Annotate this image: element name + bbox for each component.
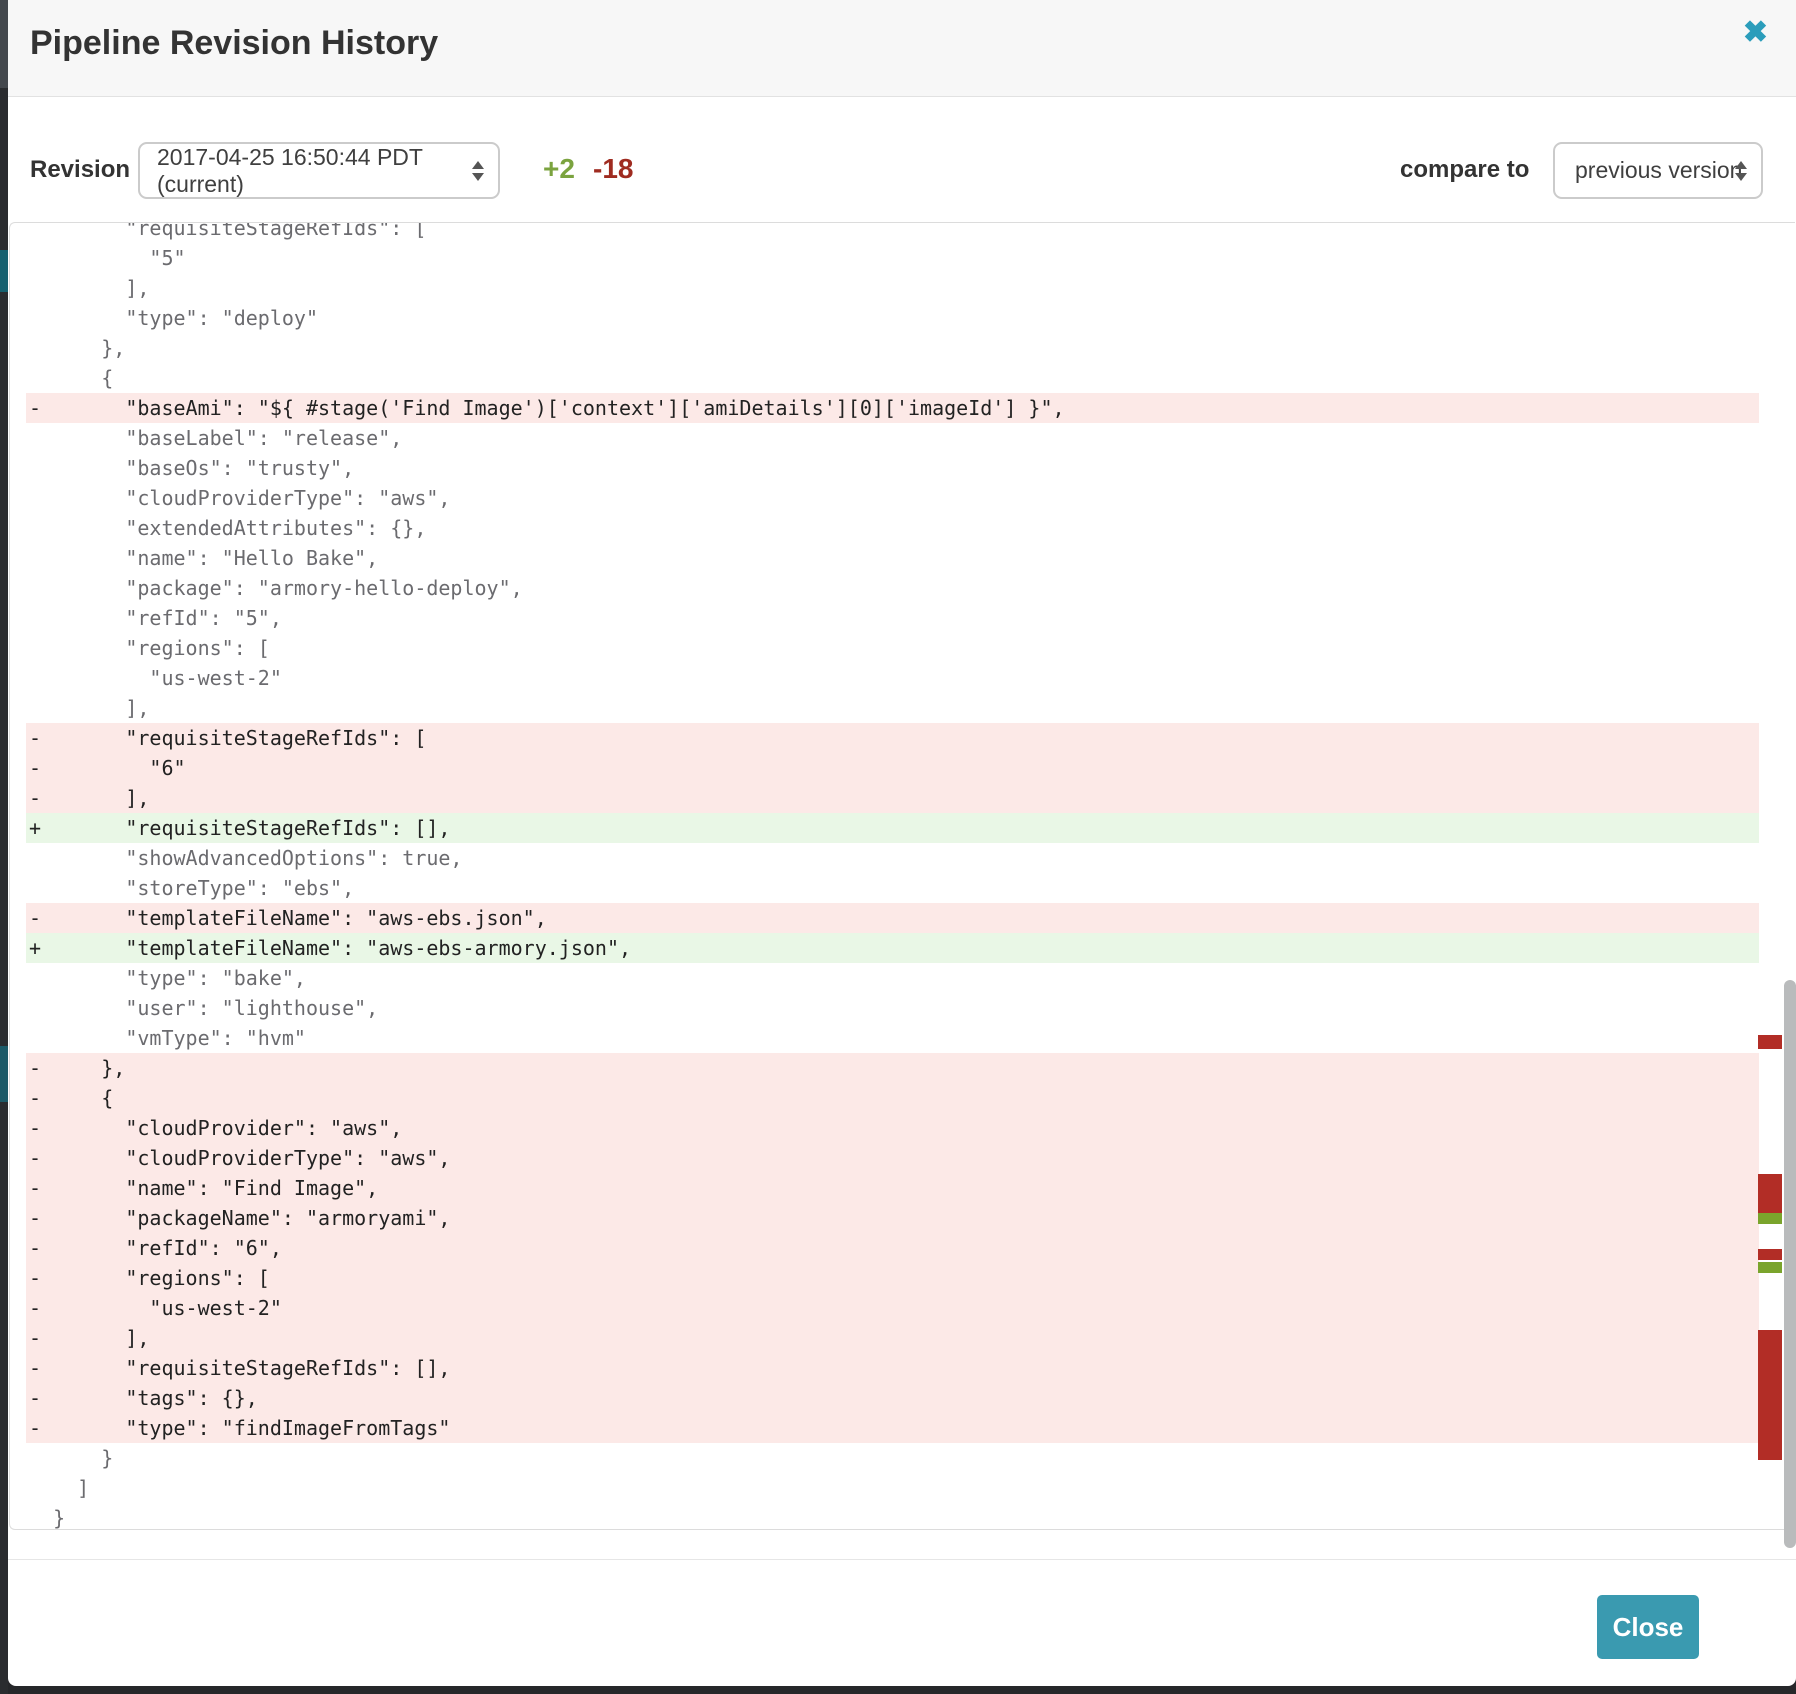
diff-line: - "tags": {}, <box>26 1383 1759 1413</box>
diff-added-count: +2 <box>543 153 575 185</box>
diff-line: - ], <box>26 783 1759 813</box>
scrollbar-thumb[interactable] <box>1784 980 1796 1548</box>
diff-line: - "requisiteStageRefIds": [], <box>26 1353 1759 1383</box>
diff-line: ] <box>26 1473 1759 1503</box>
page-edge-segment <box>0 0 8 88</box>
diff-line: { <box>26 363 1759 393</box>
diff-line: - "requisiteStageRefIds": [ <box>26 723 1759 753</box>
diff-line: "package": "armory-hello-deploy", <box>26 573 1759 603</box>
diff-line: + "templateFileName": "aws-ebs-armory.js… <box>26 933 1759 963</box>
diff-line: } <box>26 1443 1759 1473</box>
diff-code: "requisiteStageRefIds": [ "5" ], "type":… <box>26 223 1759 1529</box>
diff-line: "name": "Hello Bake", <box>26 543 1759 573</box>
revision-label: Revision <box>30 156 130 184</box>
select-caret-icon <box>1735 160 1748 182</box>
diff-line: "storeType": "ebs", <box>26 873 1759 903</box>
modal-header: Pipeline Revision History ✖ <box>8 0 1796 97</box>
diff-line: "5" <box>26 243 1759 273</box>
diff-line: "type": "deploy" <box>26 303 1759 333</box>
select-caret-icon <box>472 160 485 182</box>
diff-line: - }, <box>26 1053 1759 1083</box>
diff-panel: "requisiteStageRefIds": [ "5" ], "type":… <box>9 222 1795 1530</box>
diff-line: - "baseAmi": "${ #stage('Find Image')['c… <box>26 393 1759 423</box>
diff-line: - "regions": [ <box>26 1263 1759 1293</box>
close-icon[interactable]: ✖ <box>1743 18 1768 48</box>
diff-line: "cloudProviderType": "aws", <box>26 483 1759 513</box>
diff-line: - "6" <box>26 753 1759 783</box>
page-edge-segment <box>0 250 8 292</box>
diff-line: "us-west-2" <box>26 663 1759 693</box>
diff-line: - "name": "Find Image", <box>26 1173 1759 1203</box>
close-button[interactable]: Close <box>1597 1595 1699 1659</box>
diff-line: "requisiteStageRefIds": [ <box>26 223 1759 243</box>
diff-line: "showAdvancedOptions": true, <box>26 843 1759 873</box>
diff-line: "type": "bake", <box>26 963 1759 993</box>
diff-line: - "refId": "6", <box>26 1233 1759 1263</box>
diff-line: + "requisiteStageRefIds": [], <box>26 813 1759 843</box>
diff-line: ], <box>26 273 1759 303</box>
diff-line: - "us-west-2" <box>26 1293 1759 1323</box>
diff-line: - ], <box>26 1323 1759 1353</box>
diff-line: "vmType": "hvm" <box>26 1023 1759 1053</box>
diff-line: "user": "lighthouse", <box>26 993 1759 1023</box>
compare-select[interactable]: previous version <box>1553 142 1763 199</box>
compare-to-label: compare to <box>1400 156 1529 184</box>
screen: Pipeline Revision History ✖ Revision 201… <box>0 0 1796 1694</box>
diff-line: ], <box>26 693 1759 723</box>
diff-line: - "cloudProvider": "aws", <box>26 1113 1759 1143</box>
footer-divider <box>8 1559 1796 1560</box>
pipeline-revision-history-modal: Pipeline Revision History ✖ Revision 201… <box>8 0 1796 1686</box>
revision-select-value: 2017-04-25 16:50:44 PDT (current) <box>157 144 498 198</box>
diff-line: "extendedAttributes": {}, <box>26 513 1759 543</box>
diff-line: - "packageName": "armoryami", <box>26 1203 1759 1233</box>
diff-line: - "cloudProviderType": "aws", <box>26 1143 1759 1173</box>
diff-line: "baseLabel": "release", <box>26 423 1759 453</box>
modal-title: Pipeline Revision History <box>30 24 438 63</box>
diff-line: - "type": "findImageFromTags" <box>26 1413 1759 1443</box>
diff-line: "baseOs": "trusty", <box>26 453 1759 483</box>
diff-line: "refId": "5", <box>26 603 1759 633</box>
page-edge-segment <box>0 1046 8 1102</box>
diff-line: - { <box>26 1083 1759 1113</box>
diff-line: } <box>26 1503 1759 1529</box>
diff-line: - "templateFileName": "aws-ebs.json", <box>26 903 1759 933</box>
diff-scroll-area[interactable]: "requisiteStageRefIds": [ "5" ], "type":… <box>10 223 1795 1529</box>
compare-select-value: previous version <box>1575 157 1742 184</box>
diff-line: "regions": [ <box>26 633 1759 663</box>
diff-removed-count: -18 <box>593 153 633 185</box>
revision-select[interactable]: 2017-04-25 16:50:44 PDT (current) <box>138 142 500 199</box>
page-background-edge <box>0 0 8 1694</box>
diff-line: }, <box>26 333 1759 363</box>
